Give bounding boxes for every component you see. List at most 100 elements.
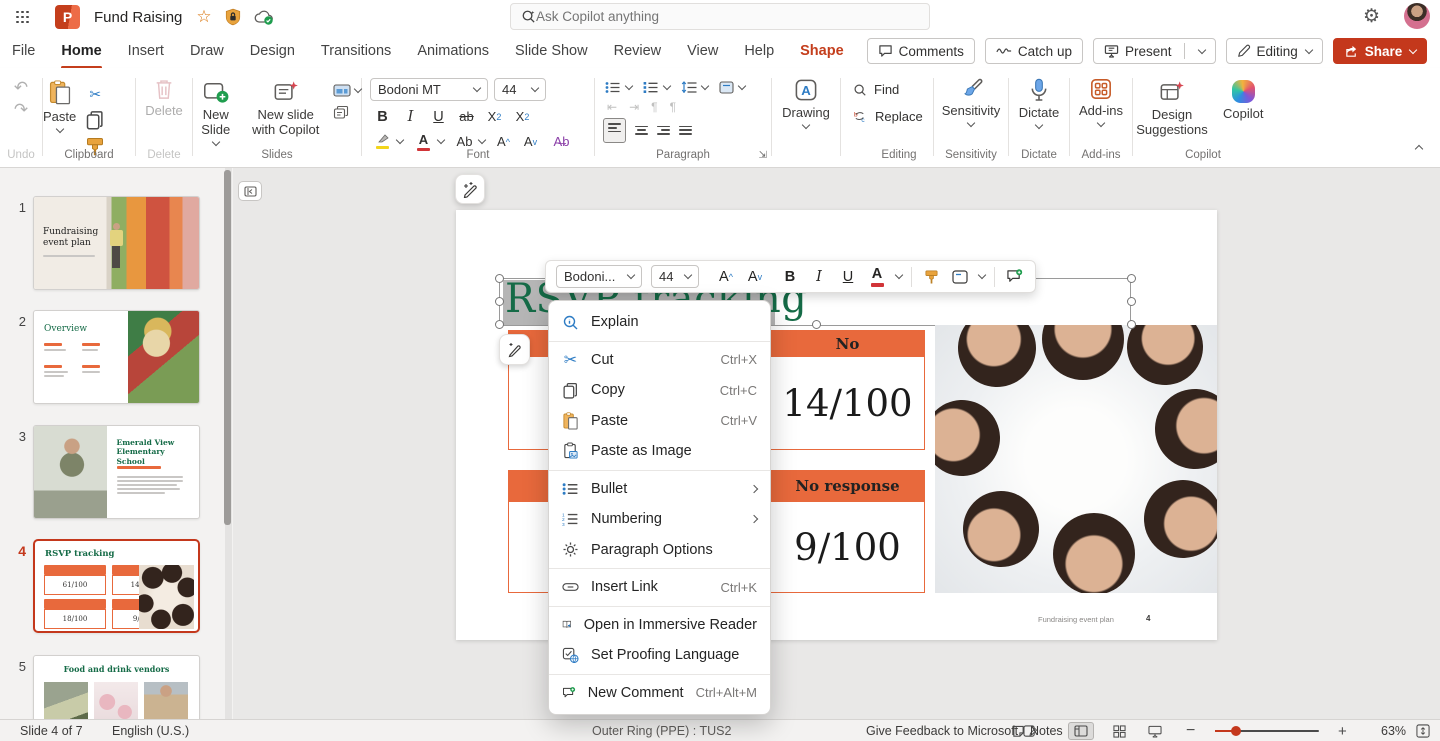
menu-item-bullet[interactable]: Bullet (549, 474, 770, 505)
search-input[interactable] (536, 9, 896, 24)
mini-shrink-font-button[interactable]: Av (745, 265, 765, 289)
zoom-slider-track[interactable] (1215, 730, 1319, 733)
resize-handle-middle-left[interactable] (495, 297, 504, 306)
subscript-button[interactable]: X2 (482, 106, 507, 127)
slideshow-view-button[interactable] (1142, 722, 1168, 740)
font-color-dropdown-chevron-icon[interactable] (437, 136, 445, 144)
decrease-indent-icon[interactable]: ⇤ (607, 100, 617, 114)
resize-handle-middle-right[interactable] (1127, 297, 1136, 306)
new-slide-button[interactable]: New Slide (193, 80, 238, 145)
thumbnail-scrollbar-track[interactable] (225, 168, 232, 719)
redo-icon[interactable]: ↷ (14, 100, 28, 120)
comments-button[interactable]: Comments (867, 38, 975, 64)
slide-thumbnail-2[interactable]: Overview (33, 310, 200, 404)
resize-handle-top-right[interactable] (1127, 274, 1136, 283)
slide-photo-children[interactable] (935, 325, 1217, 593)
font-family-select[interactable]: Bodoni MT (370, 78, 488, 101)
font-size-select[interactable]: 44 (494, 78, 546, 101)
slide-thumbnail-3[interactable]: Emerald View Elementary School (33, 425, 200, 519)
drawing-button[interactable]: A Drawing (782, 78, 830, 128)
paragraph-dialog-launcher-icon[interactable]: ⇲ (759, 150, 767, 161)
slide-thumbnail-1[interactable]: Fundraising event plan (33, 196, 200, 290)
text-direction-chevron-icon[interactable] (738, 82, 746, 90)
rtl-paragraph-icon[interactable]: ¶ (670, 100, 676, 114)
menu-item-explain[interactable]: Explain (549, 307, 770, 338)
increase-indent-icon[interactable]: ⇥ (629, 100, 639, 114)
character-spacing-chevron-icon[interactable] (478, 136, 486, 144)
resize-handle-bottom-center[interactable] (812, 320, 821, 329)
present-button[interactable]: Present (1093, 38, 1216, 64)
menu-item-new-comment[interactable]: New Comment Ctrl+Alt+M (549, 678, 770, 709)
sensitivity-button[interactable]: Sensitivity (942, 78, 1001, 126)
bullets-icon[interactable] (605, 81, 621, 94)
menu-item-paste-as-image[interactable]: Paste as Image (549, 436, 770, 467)
mini-format-options-button[interactable] (950, 265, 970, 289)
tab-animations[interactable]: Animations (417, 37, 489, 65)
line-spacing-icon[interactable] (681, 81, 697, 94)
line-spacing-chevron-icon[interactable] (701, 82, 709, 90)
highlight-dropdown-chevron-icon[interactable] (396, 136, 404, 144)
slide-thumbnail-4[interactable]: RSVP tracking 61/100 14/100 18/100 9/100 (33, 539, 200, 633)
addins-button[interactable]: Add-ins (1079, 78, 1123, 126)
table-cell-no-response[interactable]: 9/100 (770, 502, 925, 593)
table-cell-no[interactable]: 14/100 (770, 357, 925, 450)
tab-transitions[interactable]: Transitions (321, 37, 391, 65)
numbering-icon[interactable] (643, 81, 659, 94)
menu-item-insert-link[interactable]: Insert Link Ctrl+K (549, 572, 770, 603)
copilot-search-box[interactable] (510, 3, 930, 30)
menu-item-proofing-language[interactable]: Set Proofing Language (549, 640, 770, 671)
text-direction-icon[interactable] (719, 81, 734, 94)
document-title[interactable]: Fund Raising (94, 9, 182, 26)
mini-font-color-button[interactable]: A (867, 265, 887, 289)
copilot-button[interactable]: Copilot (1223, 80, 1263, 122)
tab-insert[interactable]: Insert (128, 37, 164, 65)
tab-slide-show[interactable]: Slide Show (515, 37, 588, 65)
present-dropdown-chevron-icon[interactable] (1197, 45, 1205, 53)
new-slide-dropdown-chevron-icon[interactable] (211, 138, 219, 146)
slide-thumbnail-5[interactable]: Food and drink vendors (33, 655, 200, 719)
delete-button[interactable]: Delete (145, 78, 183, 119)
design-suggestions-button[interactable]: Design Suggestions (1133, 80, 1211, 138)
menu-item-copy[interactable]: Copy Ctrl+C (549, 375, 770, 406)
align-left-button[interactable] (603, 118, 626, 143)
table-header-no[interactable]: No (770, 330, 925, 357)
tab-file[interactable]: File (12, 37, 35, 65)
thumbnail-scrollbar-thumb[interactable] (224, 170, 231, 525)
undo-icon[interactable]: ↶ (14, 78, 28, 98)
tab-help[interactable]: Help (744, 37, 774, 65)
collapse-ribbon-chevron-icon[interactable] (1415, 145, 1423, 153)
editing-dropdown-chevron-icon[interactable] (1305, 45, 1313, 53)
ltr-paragraph-icon[interactable]: ¶ (651, 100, 657, 114)
tab-draw[interactable]: Draw (190, 37, 224, 65)
mini-bold-button[interactable]: B (780, 265, 800, 289)
paste-dropdown-chevron-icon[interactable] (55, 125, 63, 133)
mini-format-painter-button[interactable] (921, 265, 941, 289)
paste-button[interactable]: Paste (43, 80, 76, 132)
mini-font-size-select[interactable]: 44 (651, 265, 699, 288)
designer-button[interactable] (455, 174, 485, 204)
underline-button[interactable]: U (426, 106, 451, 127)
zoom-slider[interactable] (1215, 720, 1319, 741)
menu-item-paragraph-options[interactable]: Paragraph Options (549, 535, 770, 566)
mini-font-color-chevron-icon[interactable] (895, 271, 903, 279)
tab-review[interactable]: Review (614, 37, 662, 65)
collapse-thumbnails-button[interactable] (238, 181, 262, 201)
fit-to-window-icon[interactable] (1416, 724, 1430, 738)
mini-italic-button[interactable]: I (809, 265, 829, 289)
normal-view-button[interactable] (1068, 722, 1094, 740)
language-selector[interactable]: English (U.S.) (112, 720, 189, 741)
zoom-in-button[interactable]: + (1338, 720, 1347, 741)
mini-underline-button[interactable]: U (838, 265, 858, 289)
duplicate-slide-icon[interactable] (333, 105, 349, 120)
mini-grow-font-button[interactable]: A^ (716, 265, 736, 289)
menu-item-paste[interactable]: Paste Ctrl+V (549, 406, 770, 437)
numbering-chevron-icon[interactable] (663, 82, 671, 90)
app-launcher-icon[interactable] (16, 11, 29, 24)
strikethrough-button[interactable]: ab (454, 106, 479, 127)
zoom-out-button[interactable]: − (1186, 720, 1195, 741)
copy-icon[interactable] (84, 110, 106, 130)
zoom-level[interactable]: 63% (1381, 720, 1406, 741)
editing-mode-button[interactable]: Editing (1226, 38, 1323, 64)
share-dropdown-chevron-icon[interactable] (1409, 45, 1417, 53)
mini-font-family-select[interactable]: Bodoni... (556, 265, 642, 288)
